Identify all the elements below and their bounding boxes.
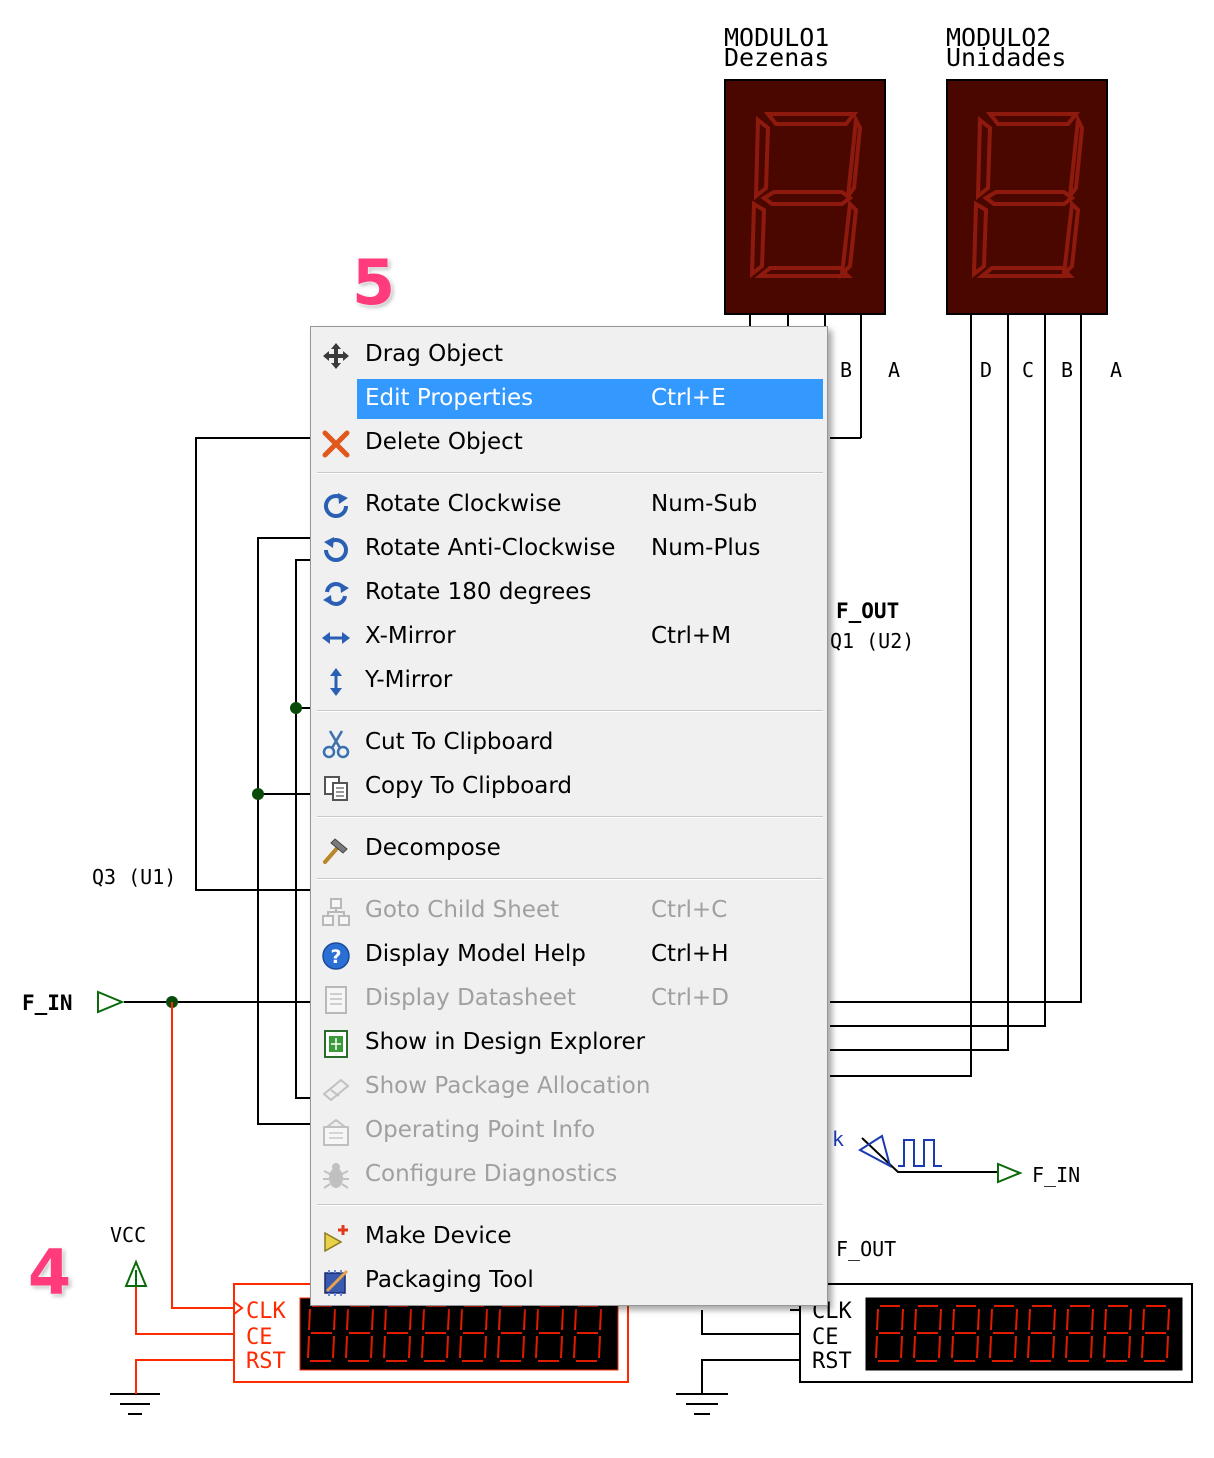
selected-wires: [135, 1002, 234, 1394]
make-device-icon: [321, 1223, 351, 1253]
counter1-pin-rst: RST: [246, 1349, 286, 1374]
vcc-label: VCC: [110, 1223, 146, 1247]
menu-item-packaging-tool[interactable]: Packaging Tool: [317, 1261, 823, 1301]
operating-point-icon: [321, 1117, 351, 1147]
rotate-ccw-icon: [321, 535, 351, 565]
menu-item-configure-diagnostics[interactable]: Configure Diagnostics: [317, 1155, 823, 1195]
copy-icon: [321, 773, 351, 803]
seven-segment-display-modulo2[interactable]: MODULO2 Unidades D C B A: [946, 23, 1122, 382]
modulo1-pin-b: B: [840, 358, 852, 382]
rotate-180-icon: [321, 579, 351, 609]
modulo1-subtitle: Dezenas: [724, 43, 829, 72]
package-allocation-icon: [321, 1073, 351, 1103]
scissors-icon: [321, 729, 351, 759]
modulo1-pin-a: A: [888, 358, 900, 382]
menu-item-y-mirror[interactable]: Y-Mirror: [317, 661, 823, 701]
x-mirror-icon: [321, 623, 351, 653]
menu-item-cut-to-clipboard[interactable]: Cut To Clipboard: [317, 723, 823, 763]
q1-label: Q1 (U2): [830, 629, 914, 653]
f-in-terminal-left[interactable]: F_IN: [22, 990, 125, 1015]
svg-text:?: ?: [330, 946, 341, 968]
counter1-pin-clk: CLK: [246, 1299, 286, 1324]
menu-item-show-package-allocation[interactable]: Show Package Allocation: [317, 1067, 823, 1107]
child-sheet-icon: [321, 897, 351, 927]
counter1-pin-ce: CE: [246, 1325, 273, 1350]
menu-item-decompose[interactable]: Decompose: [317, 829, 823, 869]
f-in-right-label: F_IN: [1032, 1163, 1080, 1187]
menu-item-make-device[interactable]: Make Device: [317, 1217, 823, 1257]
junction-dots: [166, 702, 302, 1008]
clock-label-fragment: k: [832, 1127, 844, 1151]
f-in-left-label: F_IN: [22, 991, 73, 1015]
delete-x-icon: [321, 429, 351, 459]
datasheet-icon: [321, 985, 351, 1015]
menu-item-rotate-clockwise[interactable]: Rotate Clockwise Num-Sub: [317, 485, 823, 525]
packaging-tool-icon: [321, 1267, 351, 1297]
clock-generator[interactable]: k: [832, 1127, 942, 1168]
menu-item-x-mirror[interactable]: X-Mirror Ctrl+M: [317, 617, 823, 657]
y-mirror-icon: [321, 667, 351, 697]
rotate-cw-icon: [321, 491, 351, 521]
modulo2-pin-d: D: [980, 358, 992, 382]
hammer-icon: [321, 835, 351, 865]
menu-item-operating-point-info[interactable]: Operating Point Info: [317, 1111, 823, 1151]
menu-item-delete-object[interactable]: Delete Object: [317, 423, 823, 463]
f-in-terminal-right[interactable]: F_IN: [997, 1162, 1080, 1187]
f-out-label: F_OUT: [836, 599, 899, 623]
move-icon: [321, 341, 351, 371]
modulo2-pin-c: C: [1022, 358, 1034, 382]
menu-item-show-in-design-explorer[interactable]: Show in Design Explorer: [317, 1023, 823, 1063]
menu-item-display-model-help[interactable]: ? Display Model Help Ctrl+H: [317, 935, 823, 975]
counter-right[interactable]: CLK CE RST: [799, 1283, 1193, 1383]
menu-item-display-datasheet[interactable]: Display Datasheet Ctrl+D: [317, 979, 823, 1019]
q3-label: Q3 (U1): [92, 865, 176, 889]
counter2-pin-ce: CE: [812, 1325, 839, 1350]
vcc-terminal[interactable]: VCC: [110, 1223, 148, 1287]
context-menu[interactable]: Drag Object Edit Properties Ctrl+E Delet…: [310, 326, 828, 1306]
menu-item-drag-object[interactable]: Drag Object: [317, 335, 823, 375]
help-icon: ?: [321, 941, 351, 971]
bug-icon: [321, 1161, 351, 1191]
menu-item-goto-child-sheet[interactable]: Goto Child Sheet Ctrl+C: [317, 891, 823, 931]
modulo2-subtitle: Unidades: [946, 43, 1066, 72]
step-number-4: 4: [28, 1236, 72, 1309]
counter2-pin-rst: RST: [812, 1349, 852, 1374]
menu-item-rotate-180[interactable]: Rotate 180 degrees: [317, 573, 823, 613]
menu-item-rotate-anti-clockwise[interactable]: Rotate Anti-Clockwise Num-Plus: [317, 529, 823, 569]
modulo2-pin-b: B: [1061, 358, 1073, 382]
f-out-bottom-label: F_OUT: [836, 1237, 896, 1261]
menu-item-edit-properties[interactable]: Edit Properties Ctrl+E: [317, 379, 823, 419]
design-explorer-icon: [321, 1029, 351, 1059]
modulo2-pin-a: A: [1110, 358, 1122, 382]
step-number-5: 5: [352, 246, 396, 319]
menu-item-copy-to-clipboard[interactable]: Copy To Clipboard: [317, 767, 823, 807]
